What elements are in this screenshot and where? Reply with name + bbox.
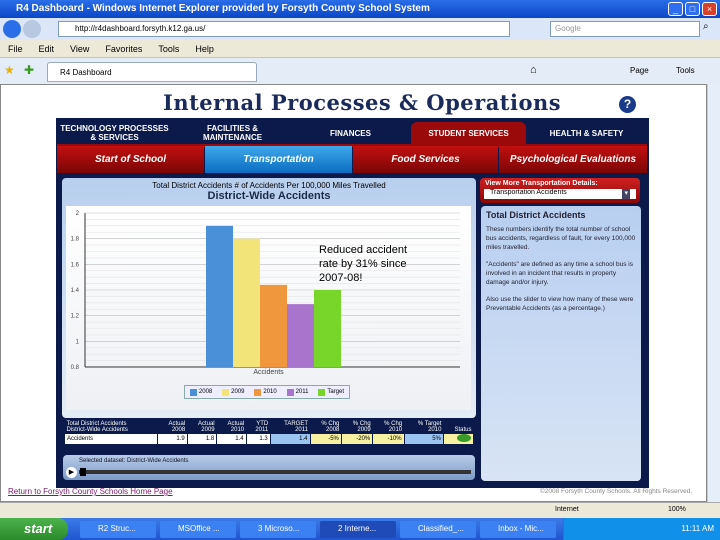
legend-swatch [286, 388, 294, 396]
chevron-down-icon: ▾ [622, 189, 630, 199]
legend-label: 2008 [198, 389, 213, 395]
y-tick-label: 1.4 [71, 288, 80, 294]
details-dropdown-panel: View More Transportation Details: Transp… [480, 178, 640, 203]
legend-item: 2010 [254, 388, 277, 396]
info-text: These numbers identify the total number … [486, 226, 636, 251]
taskbar-item[interactable]: 2 Interne... [320, 521, 396, 538]
bar-target [314, 290, 341, 367]
bar-2009 [233, 238, 260, 367]
home-page-link[interactable]: Return to Forsyth County Schools Home Pa… [8, 487, 173, 496]
legend-swatch [254, 388, 262, 396]
slider-handle[interactable] [80, 468, 86, 476]
table-cell: 1.9 [157, 433, 188, 445]
info-panel: Total District Accidents These numbers i… [481, 206, 641, 481]
kpi-table: Total District Accidents Actual Actual Actu… [63, 421, 475, 445]
legend-item: 2008 [189, 388, 213, 396]
y-tick-label: 1 [76, 339, 80, 345]
legend-item: Target [318, 388, 345, 396]
y-tick-label: 1.8 [71, 237, 80, 243]
details-selected: Transportation Accidents [490, 189, 567, 196]
legend-label: Target [327, 389, 345, 395]
slider-panel: Selected dataset: District-Wide Accident… [63, 455, 475, 480]
legend-label: 2010 [263, 389, 277, 395]
slider-track[interactable] [79, 470, 471, 474]
taskbar-item[interactable]: Classified_... [400, 521, 476, 538]
table-cell: 1.8 [186, 433, 218, 445]
clock: 11:11 AM [681, 524, 714, 533]
start-button[interactable]: start [0, 518, 68, 540]
legend-swatch [189, 388, 197, 396]
table-row: Accidents 1.9 1.8 1.4 1.3 1.4 -5% -20% -10% 5% [63, 433, 475, 445]
info-title: Total District Accidents [486, 210, 586, 220]
zone-label: Internet [555, 506, 579, 513]
legend-label: 2011 [295, 389, 309, 395]
legend-item: 2009 [222, 388, 245, 396]
table-cell: 1.4 [216, 433, 247, 445]
info-text: "Accidents" are defined as any time a sc… [486, 261, 633, 286]
legend-swatch [222, 388, 230, 396]
info-text: Also use the slider to view how many of … [486, 296, 634, 312]
table-cell: 5% [403, 433, 444, 445]
table-cell: -10% [372, 433, 405, 445]
chart-legend: 2008 2009 2010 2011 Target [184, 385, 350, 399]
bar-2011 [287, 304, 314, 367]
taskbar-item[interactable]: 3 Microso... [240, 521, 316, 538]
system-tray: 11:11 AM [563, 518, 720, 540]
x-axis-label: Accidents [253, 369, 284, 376]
legend-swatch [318, 388, 326, 396]
taskbar-item[interactable]: R2 Struc... [80, 521, 156, 538]
table-cell: 1.4 [269, 433, 311, 445]
slider-label: Selected dataset: District-Wide Accident… [79, 458, 189, 464]
details-label: View More Transportation Details: [485, 180, 598, 187]
taskbar-item[interactable]: MSOffice ... [160, 521, 236, 538]
status-ok-icon [457, 434, 471, 442]
play-icon[interactable]: ▶ [66, 467, 77, 478]
bar-2010 [260, 284, 287, 367]
zoom-level[interactable]: 100% [668, 506, 686, 513]
status-bar: Internet 100% [0, 502, 720, 518]
y-tick-label: 1.2 [71, 314, 80, 320]
table-cell: -20% [340, 433, 374, 445]
legend-item: 2011 [286, 388, 309, 396]
table-cell: 1.3 [245, 433, 271, 445]
chart-annotation: Reduced accident rate by 31% since 2007-… [319, 244, 408, 284]
taskbar-item[interactable]: Inbox - Mic... [480, 521, 556, 538]
y-tick-label: 1.6 [71, 262, 80, 268]
y-tick-label: 2 [76, 211, 80, 217]
table-cell [442, 433, 475, 445]
copyright: ©2008 Forsyth County Schools. All Rights… [540, 488, 693, 495]
legend-label: 2009 [231, 389, 245, 395]
table-cell: Accidents [63, 433, 159, 445]
table-cell: -5% [309, 433, 342, 445]
details-select[interactable]: Transportation Accidents ▾ [484, 189, 636, 199]
bar-2008 [206, 225, 233, 367]
